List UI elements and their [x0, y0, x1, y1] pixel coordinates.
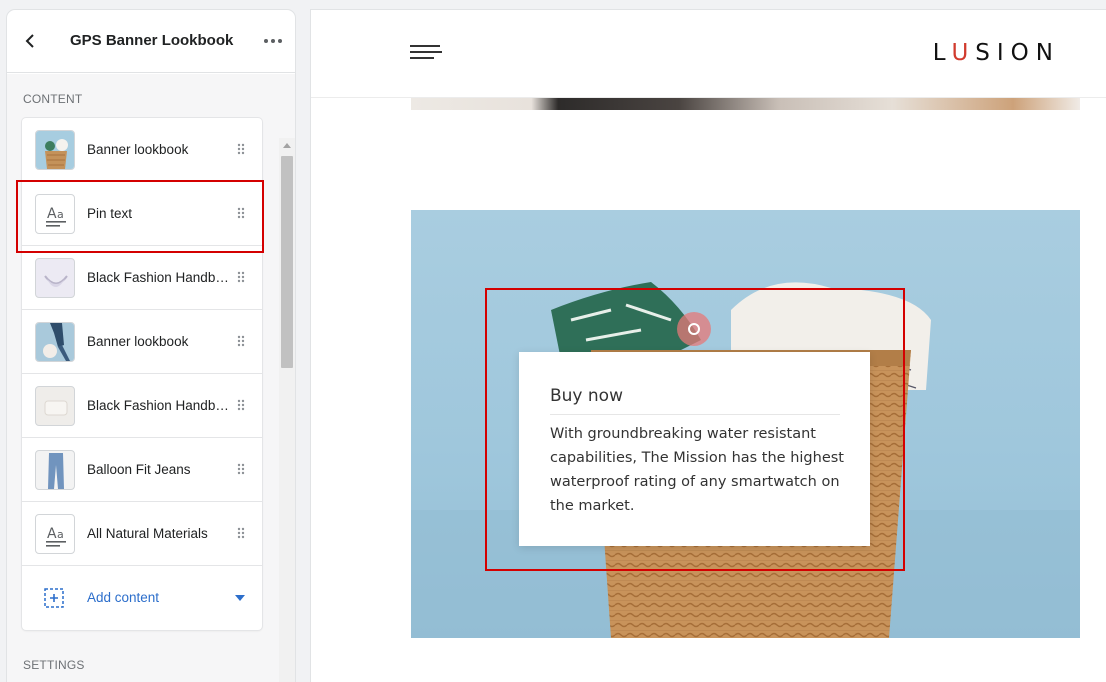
- block-item[interactable]: A a All Natural Materials: [22, 502, 262, 566]
- caret-down-icon: [235, 595, 245, 601]
- pin-text-popup: Buy now With groundbreaking water resist…: [519, 352, 870, 546]
- menu-icon[interactable]: [410, 43, 442, 61]
- more-horizontal-icon: [264, 39, 282, 43]
- more-actions-button[interactable]: [261, 30, 285, 52]
- pin-hotspot[interactable]: [677, 312, 711, 346]
- sidebar-body: CONTENT Banner lookbook A a Pin text Bla…: [7, 74, 295, 682]
- previous-banner-image: [411, 98, 1080, 110]
- handbag-image-thumbnail: [35, 258, 75, 298]
- scrollbar-thumb[interactable]: [281, 156, 293, 368]
- drag-handle-icon[interactable]: [237, 271, 245, 283]
- banner-lookbook-image: Buy now With groundbreaking water resist…: [411, 210, 1080, 638]
- svg-text:A: A: [47, 206, 57, 222]
- block-label: All Natural Materials: [87, 526, 208, 541]
- svg-text:a: a: [57, 208, 64, 221]
- block-item-pin-text[interactable]: A a Pin text: [22, 182, 262, 246]
- store-logo[interactable]: LUSION: [933, 40, 1060, 66]
- drag-handle-icon[interactable]: [237, 463, 245, 475]
- drag-handle-icon[interactable]: [237, 399, 245, 411]
- logo-text-accent: U: [951, 40, 976, 66]
- svg-text:A: A: [47, 526, 57, 542]
- sidebar-scrollbar[interactable]: [279, 138, 295, 682]
- block-item[interactable]: Balloon Fit Jeans: [22, 438, 262, 502]
- block-label: Black Fashion Handbag: [87, 270, 229, 285]
- jeans-image-thumbnail: [35, 450, 75, 490]
- block-label: Black Fashion Handbag: [87, 398, 229, 413]
- pin-title: Buy now: [550, 386, 623, 406]
- sidebar-title: GPS Banner Lookbook: [70, 32, 234, 49]
- handbag-image-thumbnail: [35, 386, 75, 426]
- block-item[interactable]: Banner lookbook: [22, 118, 262, 182]
- drag-handle-icon[interactable]: [237, 143, 245, 155]
- editor-sidebar: GPS Banner Lookbook CONTENT Banner lookb…: [7, 10, 295, 682]
- pin-divider: [550, 414, 840, 415]
- logo-text-end: SION: [975, 40, 1060, 66]
- store-header: LUSION: [311, 10, 1106, 98]
- person-image-thumbnail: [35, 322, 75, 362]
- scroll-up-arrow-icon[interactable]: [283, 142, 291, 148]
- content-section-label: CONTENT: [23, 92, 83, 106]
- svg-text:a: a: [57, 528, 64, 541]
- block-item[interactable]: Banner lookbook: [22, 310, 262, 374]
- drag-handle-icon[interactable]: [237, 527, 245, 539]
- chevron-left-icon: [25, 34, 34, 48]
- block-label: Pin text: [87, 206, 133, 221]
- block-label: Banner lookbook: [87, 334, 189, 349]
- basket-image-thumbnail: [35, 130, 75, 170]
- pin-description: With groundbreaking water resistant capa…: [550, 426, 844, 514]
- block-item[interactable]: Black Fashion Handbag: [22, 246, 262, 310]
- drag-handle-icon[interactable]: [237, 335, 245, 347]
- drag-handle-icon[interactable]: [237, 207, 245, 219]
- sidebar-header: GPS Banner Lookbook: [7, 10, 295, 73]
- add-block-icon: [44, 588, 64, 608]
- add-content-button[interactable]: Add content: [22, 566, 262, 630]
- add-content-label: Add content: [87, 590, 160, 605]
- settings-section-label: SETTINGS: [23, 658, 85, 672]
- storefront-preview: LUSION Buy now With groundbreaking water…: [311, 10, 1106, 682]
- back-button[interactable]: [19, 30, 41, 52]
- text-format-icon: A a: [35, 194, 75, 234]
- logo-text-start: L: [932, 40, 952, 66]
- text-format-icon: A a: [35, 514, 75, 554]
- block-label: Banner lookbook: [87, 142, 189, 157]
- block-label: Balloon Fit Jeans: [87, 462, 191, 477]
- block-item[interactable]: Black Fashion Handbag: [22, 374, 262, 438]
- content-block-list: Banner lookbook A a Pin text Black Fashi…: [22, 118, 262, 630]
